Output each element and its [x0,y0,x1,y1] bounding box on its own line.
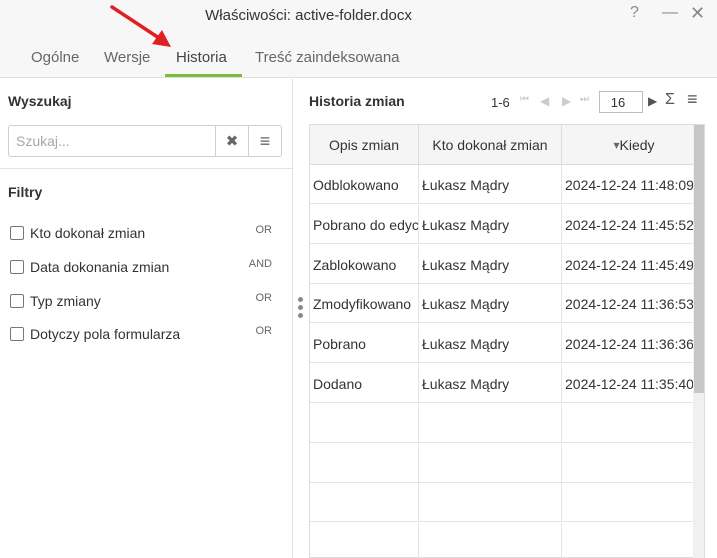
empty-cell [562,483,704,523]
filters-panel: Wyszukaj ✖ ≡ Filtry Kto dokonał zmian OR… [0,79,293,558]
table-cell: Pobrano [310,324,419,364]
history-table: Opis zmian Kto dokonał zmian ▾ Kiedy Odbl… [309,124,705,558]
page-size-input[interactable] [599,91,643,113]
table-cell: 2024-12-24 11:48:09 [562,165,704,204]
empty-cell [562,444,704,483]
filter-operator[interactable]: OR [256,292,273,304]
panel-splitter-handle[interactable] [298,297,303,319]
filter-item-form-field: Dotyczy pola formularza OR [10,324,280,344]
filter-operator[interactable]: AND [249,258,272,270]
history-title: Historia zmian [309,93,405,109]
filter-label: Typ zmiany [30,293,101,309]
empty-cell [310,483,419,523]
help-icon[interactable]: ? [630,3,639,23]
divider [0,168,293,169]
empty-cell [419,523,562,557]
tab-general[interactable]: Ogólne [31,49,79,78]
last-page-icon[interactable]: ⏭ [580,94,589,105]
go-icon[interactable]: ▶ [648,94,657,108]
tab-versions[interactable]: Wersje [104,49,150,78]
filter-author-checkbox[interactable] [10,226,24,240]
table-cell: Łukasz Mądry [419,165,562,204]
search-box: ✖ ≡ [8,125,282,157]
first-page-icon[interactable]: ⏮ [520,94,529,105]
table-cell: Zmodyfikowano [310,284,419,324]
filter-label: Kto dokonał zmian [30,225,146,241]
table-cell: Dodano [310,364,419,403]
clear-search-icon[interactable]: ✖ [215,126,248,156]
empty-cell [310,523,419,557]
page-range: 1-6 [491,95,510,110]
filter-item-author: Kto dokonał zmian OR [10,223,280,243]
sum-icon[interactable]: Σ [665,91,675,109]
close-icon[interactable]: ✕ [690,3,705,23]
table-cell: Łukasz Mądry [419,324,562,364]
column-header-when[interactable]: ▾ Kiedy [562,125,704,165]
prev-page-icon[interactable]: ◀ [540,94,549,108]
table-cell: Pobrano do edycji [310,204,419,244]
table-cell: 2024-12-24 11:45:49 [562,245,704,284]
filters-title: Filtry [8,184,43,200]
columns-menu-icon[interactable]: ≡ [687,89,698,110]
next-page-icon[interactable]: ▶ [562,94,571,108]
table-cell: 2024-12-24 11:35:40 [562,364,704,403]
table-scrollbar[interactable] [693,125,704,558]
filter-operator[interactable]: OR [256,325,273,337]
empty-cell [310,403,419,443]
column-header-description[interactable]: Opis zmian [310,125,419,165]
empty-cell [562,404,704,443]
red-arrow-icon [110,5,171,47]
filter-form-field-checkbox[interactable] [10,327,24,341]
table-cell: 2024-12-24 11:36:36 [562,324,704,364]
filter-change-type-checkbox[interactable] [10,294,24,308]
active-tab-indicator [165,74,242,77]
filter-item-change-type: Typ zmiany OR [10,291,280,311]
table-cell: Łukasz Mądry [419,284,562,324]
table-cell: Zablokowano [310,244,419,284]
filter-operator[interactable]: OR [256,224,273,236]
table-cell: Odblokowano [310,165,419,204]
empty-cell [419,403,562,443]
empty-cell [562,523,704,557]
column-header-author[interactable]: Kto dokonał zmian [419,125,562,165]
search-menu-icon[interactable]: ≡ [248,126,281,156]
filter-label: Data dokonania zmian [30,259,170,275]
search-input[interactable] [9,126,215,156]
search-title: Wyszukaj [8,93,72,109]
filter-label: Dotyczy pola formularza [30,326,181,342]
tab-indexed-content[interactable]: Treść zaindeksowana [255,49,400,78]
filter-date-checkbox[interactable] [10,260,24,274]
table-cell: Łukasz Mądry [419,204,562,244]
table-cell: 2024-12-24 11:45:52 [562,205,704,244]
window-title: Właściwości: active-folder.docx [205,7,412,24]
scrollbar-thumb[interactable] [694,125,704,393]
empty-cell [419,483,562,523]
empty-cell [419,443,562,483]
table-cell: Łukasz Mądry [419,364,562,403]
minimize-icon[interactable]: — [662,3,678,23]
filter-item-date: Data dokonania zmian AND [10,257,280,277]
empty-cell [310,443,419,483]
table-cell: Łukasz Mądry [419,244,562,284]
table-cell: 2024-12-24 11:36:53 [562,284,704,324]
